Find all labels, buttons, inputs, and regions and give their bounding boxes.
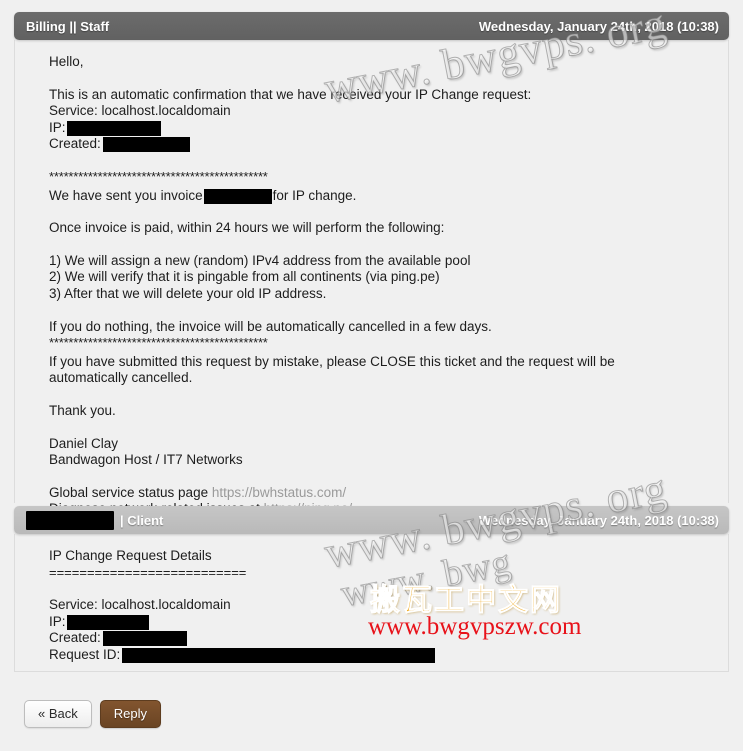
reply-button[interactable]: Reply [99, 700, 161, 728]
para-steps: 1) We will assign a new (random) IPv4 ad… [49, 253, 728, 303]
text-mistake-1: If you have submitted this request by mi… [49, 353, 615, 369]
message-staff: Billing || Staff Wednesday, January 24th… [14, 12, 729, 516]
para-once-paid: Once invoice is paid, within 24 hours we… [49, 220, 728, 237]
para-thanks: Thank you. [49, 403, 728, 420]
label-client-request-id: Request ID: [49, 646, 121, 662]
message-sender-client: | Client [26, 510, 479, 530]
text-client-created-row: Created: [49, 630, 728, 647]
text-service: Service: localhost.localdomain [49, 103, 231, 119]
text-once-paid: Once invoice is paid, within 24 hours we… [49, 220, 445, 236]
message-sender-staff: Billing || Staff [26, 19, 479, 34]
para-greeting: Hello, [49, 54, 728, 71]
redacted-invoice-number [203, 188, 272, 204]
text-ip-row: IP: [49, 120, 728, 137]
para-invoice: We have sent you invoice for IP change. [49, 188, 728, 205]
text-client-ip-row: IP: [49, 614, 728, 631]
text-signature-name: Daniel Clay [49, 435, 119, 451]
message-header-staff[interactable]: Billing || Staff Wednesday, January 24th… [14, 12, 729, 40]
redacted-client-name [26, 510, 114, 530]
text-do-nothing: If you do nothing, the invoice will be a… [49, 318, 492, 334]
text-stars-2: ****************************************… [49, 335, 268, 351]
label-ip: IP: [49, 119, 66, 135]
para-do-nothing: If you do nothing, the invoice will be a… [49, 319, 728, 336]
text-client-service: Service: localhost.localdomain [49, 597, 231, 613]
sender-label: Billing || Staff [26, 18, 110, 34]
divider-stars-2: ****************************************… [49, 335, 728, 352]
text-signature-org: Bandwagon Host / IT7 Networks [49, 452, 243, 468]
text-client-title: IP Change Request Details [49, 548, 212, 563]
text-hello: Hello, [49, 54, 84, 69]
text-status-label: Global service status page [49, 484, 212, 500]
para-client-details: Service: localhost.localdomain IP: Creat… [49, 597, 728, 663]
text-created-row: Created: [49, 136, 728, 153]
redacted-client-ip [66, 614, 149, 630]
link-status-page[interactable]: https://bwhstatus.com/ [212, 485, 346, 500]
para-mistake: If you have submitted this request by mi… [49, 354, 728, 387]
message-header-client[interactable]: | Client Wednesday, January 24th, 2018 (… [14, 506, 729, 534]
text-invoice-row: We have sent you invoice for IP change. [49, 188, 728, 205]
text-step-2: 2) We will verify that it is pingable fr… [49, 269, 440, 285]
message-body-client: IP Change Request Details ==============… [14, 534, 729, 672]
label-created: Created: [49, 136, 101, 152]
divider-stars-1: ****************************************… [49, 169, 728, 186]
text-client-equals: ========================== [49, 564, 247, 580]
redacted-ip [66, 120, 161, 136]
back-button[interactable]: « Back [24, 700, 92, 728]
label-client-created: Created: [49, 630, 101, 646]
action-button-bar: « Back Reply [24, 700, 161, 728]
message-client: | Client Wednesday, January 24th, 2018 (… [14, 506, 729, 672]
text-step-1: 1) We will assign a new (random) IPv4 ad… [49, 252, 471, 268]
text-invoice-pre: We have sent you invoice [49, 187, 203, 203]
message-body-staff: Hello, This is an automatic confirmation… [14, 40, 729, 516]
text-client-request-row: Request ID: [49, 647, 728, 664]
message-date-client: Wednesday, January 24th, 2018 (10:38) [478, 512, 719, 528]
label-client-ip: IP: [49, 613, 66, 629]
text-step-3: 3) After that we will delete your old IP… [49, 285, 327, 301]
sender-label: | Client [120, 512, 164, 528]
text-status-row: Global service status page https://bwhst… [49, 485, 728, 502]
redacted-request-id [122, 647, 436, 663]
text-mistake-2: automatically cancelled. [49, 370, 193, 386]
para-confirmation: This is an automatic confirmation that w… [49, 87, 728, 153]
redacted-client-created [102, 631, 187, 647]
para-client-title: IP Change Request Details ==============… [49, 548, 728, 581]
para-signature: Daniel Clay Bandwagon Host / IT7 Network… [49, 436, 728, 469]
message-date-staff: Wednesday, January 24th, 2018 (10:38) [478, 18, 719, 34]
ticket-view: Billing || Staff Wednesday, January 24th… [0, 0, 743, 751]
redacted-created [102, 137, 190, 153]
text-confirmation: This is an automatic confirmation that w… [49, 86, 532, 102]
text-stars-1: ****************************************… [49, 168, 268, 184]
text-invoice-post: for IP change. [272, 187, 357, 203]
text-thanks: Thank you. [49, 402, 116, 418]
